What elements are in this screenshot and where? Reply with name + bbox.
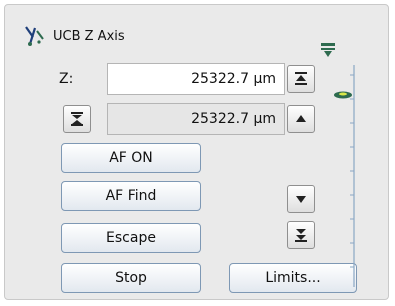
top-limit-marker-icon (321, 43, 335, 57)
panel-title: UCB Z Axis (53, 29, 125, 44)
af-on-button[interactable]: AF ON (61, 143, 201, 173)
escape-button[interactable]: Escape (61, 223, 201, 253)
ucb-z-axis-panel: UCB Z Axis Z: 25322.7 µm 25322.7 µm AF O… (4, 4, 389, 300)
go-to-position-button[interactable] (63, 105, 91, 133)
move-down-button[interactable] (287, 185, 315, 213)
af-find-button[interactable]: AF Find (61, 181, 201, 211)
move-up-button[interactable] (287, 105, 315, 133)
arrow-up-icon (296, 115, 306, 122)
z-position-track[interactable] (333, 65, 363, 287)
go-to-position-icon (71, 112, 83, 126)
axis-icon (25, 26, 44, 46)
move-bottom-icon (295, 229, 307, 242)
stop-button[interactable]: Stop (61, 263, 201, 293)
move-top-button[interactable] (287, 65, 315, 93)
current-position-marker-icon[interactable] (334, 91, 352, 99)
arrow-down-icon (296, 196, 306, 203)
move-top-icon (295, 72, 307, 85)
z-readout: 25322.7 µm (107, 103, 285, 135)
z-position-input[interactable]: 25322.7 µm (107, 63, 285, 95)
z-label: Z: (59, 71, 74, 87)
move-bottom-button[interactable] (287, 221, 315, 249)
